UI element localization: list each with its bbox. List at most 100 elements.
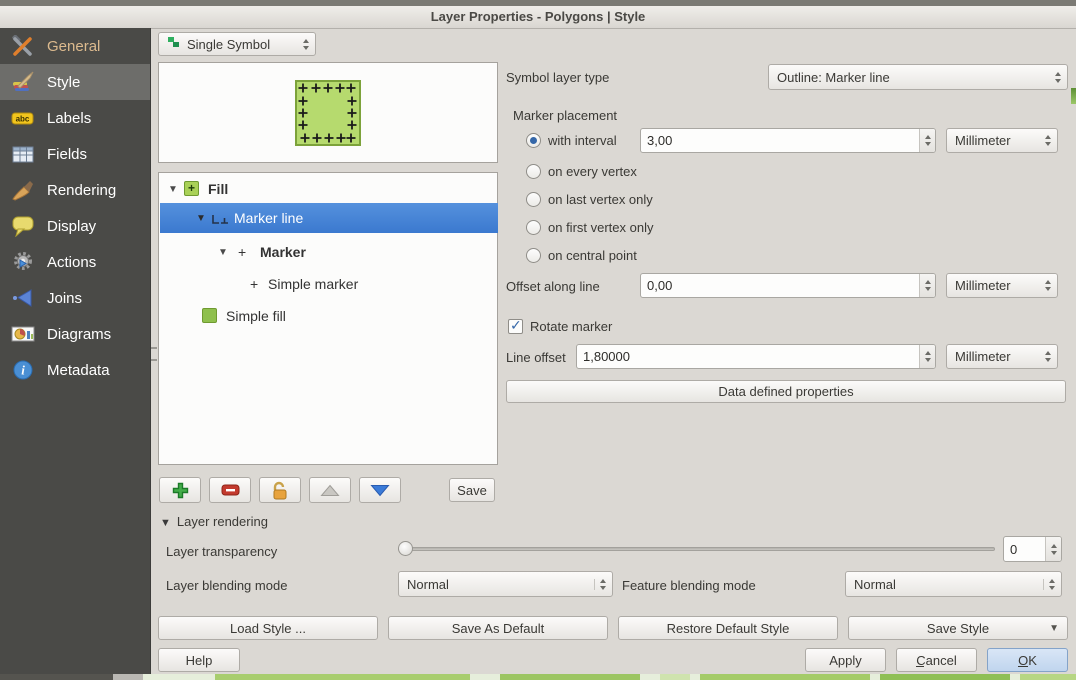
line-offset-input[interactable] bbox=[577, 345, 919, 368]
expander-icon[interactable]: ▼ bbox=[196, 213, 206, 224]
line-offset-unit-combo[interactable]: Millimeter bbox=[946, 344, 1058, 369]
sidebar-item-display[interactable]: Display bbox=[0, 208, 150, 244]
tree-row-marker[interactable]: ▼ + Marker bbox=[160, 237, 498, 267]
sidebar-item-actions[interactable]: Actions bbox=[0, 244, 150, 280]
splitter-grip[interactable] bbox=[151, 347, 157, 361]
save-as-default-label: Save As Default bbox=[452, 621, 545, 636]
transparency-slider-handle[interactable] bbox=[398, 541, 413, 556]
interval-input[interactable] bbox=[641, 129, 919, 152]
add-icon bbox=[172, 482, 189, 499]
ok-button[interactable]: OK bbox=[987, 648, 1068, 672]
sidebar-item-labels[interactable]: abc Labels bbox=[0, 100, 150, 136]
restore-default-style-button[interactable]: Restore Default Style bbox=[618, 616, 838, 640]
lock-open-icon bbox=[271, 481, 289, 500]
tree-row-label: Simple marker bbox=[268, 276, 358, 292]
table-icon bbox=[10, 142, 36, 166]
sidebar-item-diagrams[interactable]: Diagrams bbox=[0, 316, 150, 352]
radio-icon[interactable] bbox=[526, 248, 541, 263]
data-defined-properties-label: Data defined properties bbox=[718, 384, 853, 399]
feature-blending-mode-combo[interactable]: Normal bbox=[845, 571, 1062, 597]
data-defined-properties-button[interactable]: Data defined properties bbox=[506, 380, 1066, 403]
sidebar-item-label: Labels bbox=[47, 110, 91, 127]
offset-unit-combo[interactable]: Millimeter bbox=[946, 273, 1058, 298]
marker-placement-label: Marker placement bbox=[513, 108, 617, 123]
expander-icon[interactable]: ▼ bbox=[168, 184, 178, 195]
rotate-marker-checkbox[interactable]: Rotate marker bbox=[508, 316, 612, 336]
radio-icon[interactable] bbox=[526, 192, 541, 207]
transparency-spinner[interactable] bbox=[1045, 537, 1061, 561]
layer-blending-mode-combo[interactable]: Normal bbox=[398, 571, 613, 597]
tree-row-fill[interactable]: ▼ + Fill bbox=[160, 175, 498, 203]
radio-icon[interactable] bbox=[526, 133, 541, 148]
radio-icon[interactable] bbox=[526, 220, 541, 235]
offset-along-line-input[interactable] bbox=[641, 274, 919, 297]
placement-option-with-interval[interactable]: with interval bbox=[526, 130, 617, 150]
expander-icon[interactable]: ▼ bbox=[218, 247, 228, 258]
move-layer-up-button[interactable] bbox=[309, 477, 351, 503]
layer-rendering-title: Layer rendering bbox=[177, 514, 268, 529]
offset-along-line-label: Offset along line bbox=[506, 279, 600, 294]
radio-icon[interactable] bbox=[526, 164, 541, 179]
combo-arrows-icon bbox=[1045, 280, 1051, 291]
layer-rendering-header[interactable]: ▼ Layer rendering bbox=[160, 514, 268, 529]
add-symbol-layer-button[interactable] bbox=[159, 477, 201, 503]
remove-symbol-layer-button[interactable] bbox=[209, 477, 251, 503]
sidebar-item-rendering[interactable]: Rendering bbox=[0, 172, 150, 208]
sidebar-item-style[interactable]: Style bbox=[0, 64, 150, 100]
layer-blending-mode-label: Layer blending mode bbox=[166, 578, 287, 593]
apply-button[interactable]: Apply bbox=[805, 648, 886, 672]
transparency-slider-track[interactable] bbox=[398, 547, 995, 551]
line-offset-field[interactable] bbox=[576, 344, 936, 369]
collapse-arrow-icon: ▼ bbox=[160, 517, 171, 529]
sidebar-item-general[interactable]: General bbox=[0, 28, 150, 64]
tree-row-marker-line[interactable]: ▼ Marker line bbox=[160, 203, 498, 233]
checkbox-icon[interactable] bbox=[508, 319, 523, 334]
cancel-button[interactable]: Cancel bbox=[896, 648, 977, 672]
save-as-default-button[interactable]: Save As Default bbox=[388, 616, 608, 640]
placement-option-central-point[interactable]: on central point bbox=[526, 245, 637, 265]
placement-option-first-vertex[interactable]: on first vertex only bbox=[526, 217, 654, 237]
symbol-layer-type-value: Outline: Marker line bbox=[777, 70, 1051, 85]
symbol-preview bbox=[294, 79, 362, 147]
simple-marker-icon: + bbox=[250, 276, 258, 292]
interval-unit-combo[interactable]: Millimeter bbox=[946, 128, 1058, 153]
save-style-menu-button[interactable]: Save Style ▼ bbox=[848, 616, 1068, 640]
interval-spinner[interactable] bbox=[919, 129, 935, 152]
combo-arrows-icon bbox=[1045, 351, 1051, 362]
tree-row-simple-fill[interactable]: Simple fill bbox=[160, 301, 498, 331]
interval-unit-value: Millimeter bbox=[955, 133, 1041, 148]
apply-label: Apply bbox=[829, 653, 862, 668]
svg-text:i: i bbox=[21, 363, 25, 378]
offset-spinner[interactable] bbox=[919, 274, 935, 297]
restore-default-style-label: Restore Default Style bbox=[667, 621, 790, 636]
symbol-layer-type-combo[interactable]: Outline: Marker line bbox=[768, 64, 1068, 90]
titlebar[interactable]: Layer Properties - Polygons | Style bbox=[0, 6, 1076, 29]
move-layer-down-button[interactable] bbox=[359, 477, 401, 503]
placement-option-label: on central point bbox=[548, 248, 637, 263]
sidebar-item-joins[interactable]: Joins bbox=[0, 280, 150, 316]
offset-unit-value: Millimeter bbox=[955, 278, 1041, 293]
sidebar: General Style abc Labels Fields Renderin… bbox=[0, 28, 151, 674]
transparency-input[interactable] bbox=[1004, 537, 1045, 561]
placement-option-every-vertex[interactable]: on every vertex bbox=[526, 161, 637, 181]
fill-layer-icon: + bbox=[184, 181, 199, 196]
placement-option-last-vertex[interactable]: on last vertex only bbox=[526, 189, 653, 209]
save-symbol-button[interactable]: Save bbox=[449, 478, 495, 502]
simple-fill-icon bbox=[202, 308, 217, 323]
diagram-icon bbox=[10, 322, 36, 346]
symbol-layers-tree: ▼ + Fill ▼ Marker line ▼ + Marker + Simp… bbox=[158, 172, 498, 465]
interval-field[interactable] bbox=[640, 128, 936, 153]
transparency-field[interactable] bbox=[1003, 536, 1062, 562]
tree-row-simple-marker[interactable]: + Simple marker bbox=[160, 269, 498, 299]
renderer-combo[interactable]: Single Symbol bbox=[158, 32, 316, 56]
lock-layer-button[interactable] bbox=[259, 477, 301, 503]
sidebar-item-metadata[interactable]: i Metadata bbox=[0, 352, 150, 388]
window-title: Layer Properties - Polygons | Style bbox=[0, 6, 1076, 28]
sidebar-item-fields[interactable]: Fields bbox=[0, 136, 150, 172]
paintbrush-icon bbox=[10, 70, 36, 94]
line-offset-spinner[interactable] bbox=[919, 345, 935, 368]
offset-along-line-field[interactable] bbox=[640, 273, 936, 298]
help-button[interactable]: Help bbox=[158, 648, 240, 672]
load-style-button[interactable]: Load Style ... bbox=[158, 616, 378, 640]
tree-row-label: Fill bbox=[208, 181, 228, 197]
